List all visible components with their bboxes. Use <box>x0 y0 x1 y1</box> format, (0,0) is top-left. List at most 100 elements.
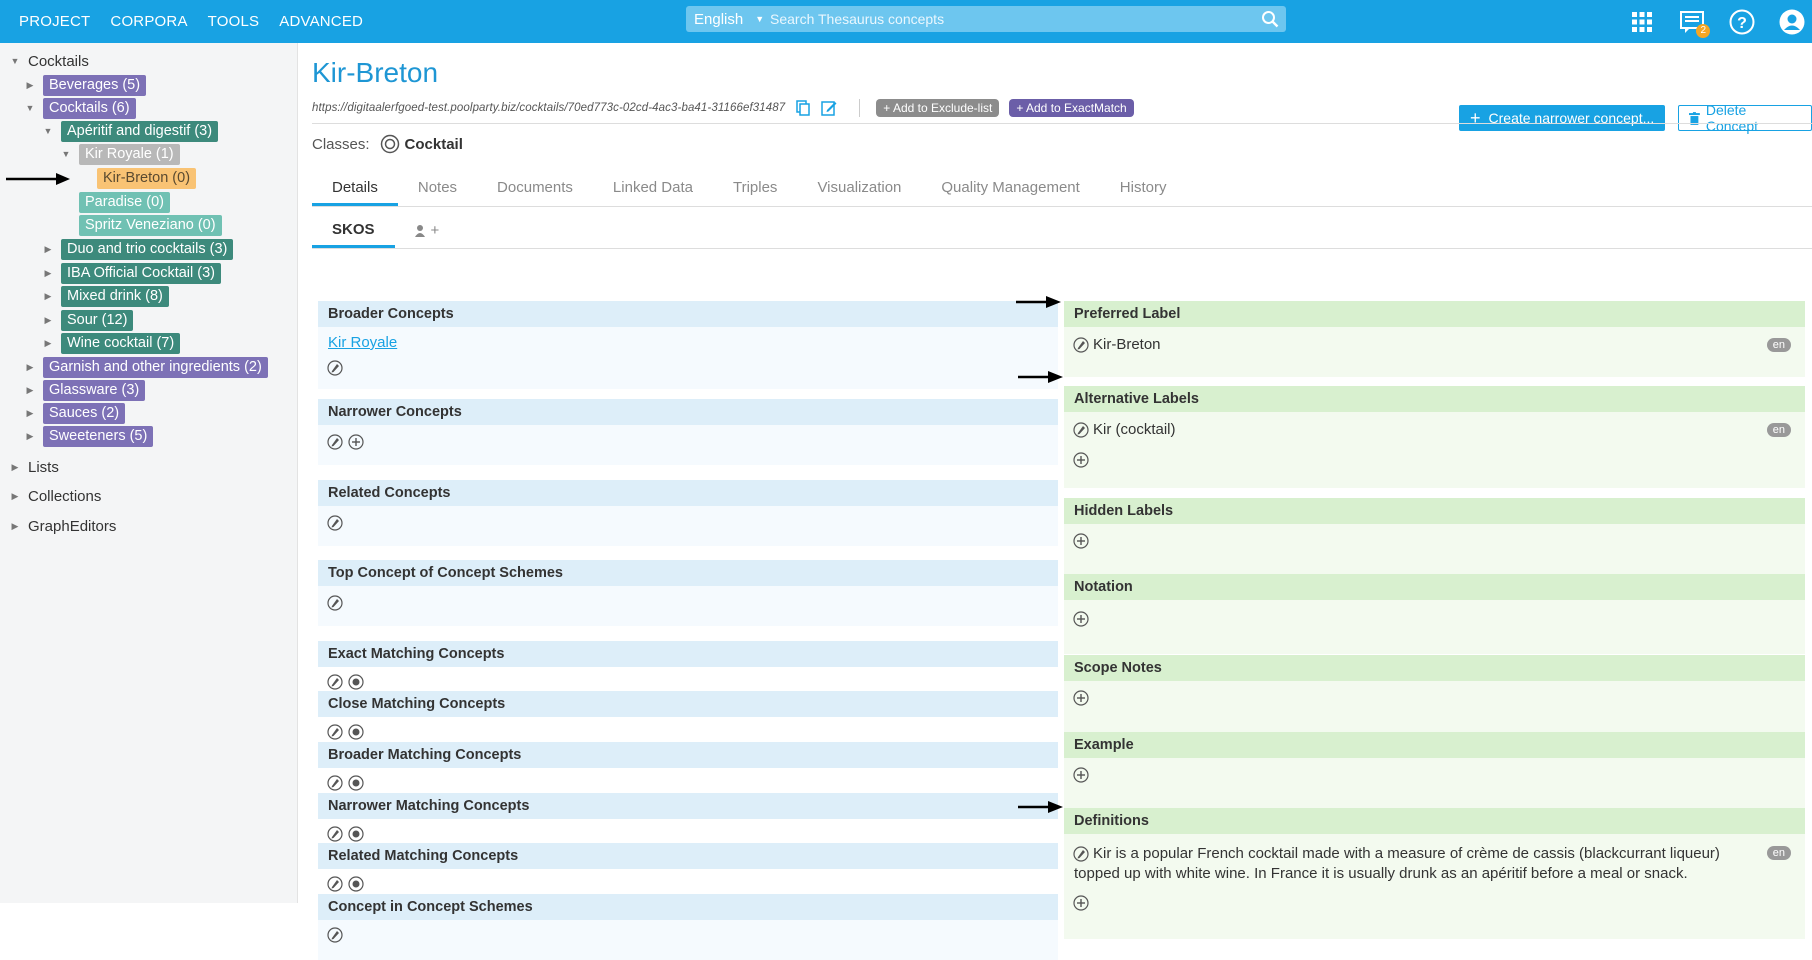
tree-section-grapheditors[interactable]: ▶ GraphEditors <box>10 515 117 537</box>
tree-item-paradise[interactable]: Paradise (0) <box>79 191 170 213</box>
tree-item-label[interactable]: Kir-Breton (0) <box>97 167 197 189</box>
edit-icon[interactable] <box>327 724 343 740</box>
search-input[interactable] <box>770 6 1238 32</box>
collapsed-icon[interactable]: ▶ <box>25 408 35 419</box>
tab-details[interactable]: Details <box>312 170 398 206</box>
tree-section-lists[interactable]: ▶ Lists <box>10 456 59 478</box>
add-icon[interactable] <box>1073 452 1089 468</box>
tree-item-label[interactable]: Beverages (5) <box>43 74 147 96</box>
add-exactmatch-button[interactable]: + Add to ExactMatch <box>1009 99 1134 117</box>
add-icon[interactable] <box>1073 533 1089 549</box>
tree-item-beverages[interactable]: ▶ Beverages (5) <box>25 74 147 96</box>
collapsed-icon[interactable]: ▶ <box>10 521 20 532</box>
add-icon[interactable] <box>1073 690 1089 706</box>
edit-icon[interactable] <box>327 826 343 842</box>
help-icon[interactable]: ? <box>1728 8 1756 36</box>
tree-item-glassware[interactable]: ▶ Glassware (3) <box>25 379 146 401</box>
tree-item-iba[interactable]: ▶ IBA Official Cocktail (3) <box>43 262 222 284</box>
tree-item-duo-trio[interactable]: ▶ Duo and trio cocktails (3) <box>43 238 234 260</box>
search-icon[interactable] <box>1261 10 1279 28</box>
globe-icon[interactable] <box>348 826 364 842</box>
add-exclude-list-button[interactable]: + Add to Exclude-list <box>876 99 1000 117</box>
tree-root[interactable]: ▼ Cocktails <box>10 50 89 72</box>
tab-documents[interactable]: Documents <box>477 170 593 206</box>
collapsed-icon[interactable]: ▶ <box>25 80 35 91</box>
tree-item-label[interactable]: IBA Official Cocktail (3) <box>61 262 222 284</box>
expanded-icon[interactable]: ▼ <box>25 103 35 113</box>
tree-item-label[interactable]: Spritz Veneziano (0) <box>79 214 222 236</box>
expanded-icon[interactable]: ▼ <box>43 126 53 136</box>
tree-item-sauces[interactable]: ▶ Sauces (2) <box>25 402 126 424</box>
tree-item-label[interactable]: Sweeteners (5) <box>43 425 154 447</box>
tree-item-sour[interactable]: ▶ Sour (12) <box>43 309 134 331</box>
tab-quality-management[interactable]: Quality Management <box>921 170 1099 206</box>
collapsed-icon[interactable]: ▶ <box>25 362 35 373</box>
menu-project[interactable]: PROJECT <box>19 13 90 30</box>
edit-icon[interactable] <box>1073 846 1089 862</box>
edit-icon[interactable] <box>327 876 343 892</box>
menu-corpora[interactable]: CORPORA <box>110 13 187 30</box>
tree-item-label[interactable]: Garnish and other ingredients (2) <box>43 356 268 378</box>
tree-item-label[interactable]: Wine cocktail (7) <box>61 332 181 354</box>
tree-item-spritz[interactable]: Spritz Veneziano (0) <box>79 214 222 236</box>
tree-item-label[interactable]: Glassware (3) <box>43 379 146 401</box>
expanded-icon[interactable]: ▼ <box>61 149 71 159</box>
tree-item-label[interactable]: Sauces (2) <box>43 402 126 424</box>
grid-icon[interactable] <box>1628 8 1656 36</box>
collapsed-icon[interactable]: ▶ <box>43 291 53 302</box>
tree-item-label[interactable]: Paradise (0) <box>79 191 170 213</box>
tree-item-kir-royale[interactable]: ▼ Kir Royale (1) <box>61 143 180 165</box>
tree-item-label[interactable]: Kir Royale (1) <box>79 143 180 165</box>
tree-item-label[interactable]: Duo and trio cocktails (3) <box>61 238 234 260</box>
edit-icon[interactable] <box>327 775 343 791</box>
menu-advanced[interactable]: ADVANCED <box>279 13 363 30</box>
copy-icon[interactable] <box>795 100 811 116</box>
tree-item-label[interactable]: Mixed drink (8) <box>61 285 169 307</box>
definition-line-2[interactable]: topped up with white wine. In France it … <box>1074 864 1764 884</box>
add-icon[interactable] <box>1073 767 1089 783</box>
edit-icon[interactable] <box>327 674 343 690</box>
tree-item-label[interactable]: Apéritif and digestif (3) <box>61 120 219 142</box>
language-select[interactable]: English ▼ <box>694 6 764 32</box>
class-value[interactable]: Cocktail <box>405 136 463 153</box>
tree-item-garnish[interactable]: ▶ Garnish and other ingredients (2) <box>25 356 268 378</box>
tree-item-label[interactable]: Cocktails (6) <box>43 97 136 119</box>
edit-icon[interactable] <box>327 434 343 450</box>
create-narrower-button[interactable]: + Create narrower concept... <box>1459 105 1666 131</box>
expanded-icon[interactable]: ▼ <box>10 56 20 66</box>
tree-item-mixed-drink[interactable]: ▶ Mixed drink (8) <box>43 285 169 307</box>
tab-triples[interactable]: Triples <box>713 170 797 206</box>
collapsed-icon[interactable]: ▶ <box>43 338 53 349</box>
add-icon[interactable] <box>1073 611 1089 627</box>
menu-tools[interactable]: TOOLS <box>208 13 260 30</box>
tree-item-sweeteners[interactable]: ▶ Sweeteners (5) <box>25 425 154 447</box>
add-icon[interactable] <box>1073 895 1089 911</box>
preferred-label-value[interactable]: Kir-Breton <box>1093 336 1161 353</box>
tab-linked-data[interactable]: Linked Data <box>593 170 713 206</box>
tree-item-kir-breton-selected[interactable]: Kir-Breton (0) <box>97 167 197 189</box>
edit-icon[interactable] <box>1073 422 1089 438</box>
edit-icon[interactable] <box>1073 337 1089 353</box>
edit-icon[interactable] <box>327 360 343 376</box>
alternative-label-value[interactable]: Kir (cocktail) <box>1093 421 1176 438</box>
broader-concept-link[interactable]: Kir Royale <box>328 334 397 351</box>
tab-visualization[interactable]: Visualization <box>797 170 921 206</box>
collapsed-icon[interactable]: ▶ <box>25 385 35 396</box>
definition-line-1[interactable]: Kir is a popular French cocktail made wi… <box>1093 844 1783 864</box>
globe-icon[interactable] <box>348 876 364 892</box>
collapsed-icon[interactable]: ▶ <box>43 268 53 279</box>
edit-icon[interactable] <box>327 515 343 531</box>
collapsed-icon[interactable]: ▶ <box>10 491 20 502</box>
tree-item-label[interactable]: Sour (12) <box>61 309 134 331</box>
collapsed-icon[interactable]: ▶ <box>43 315 53 326</box>
tree-item-aperitif[interactable]: ▼ Apéritif and digestif (3) <box>43 120 219 142</box>
edit-icon[interactable] <box>327 927 343 943</box>
collapsed-icon[interactable]: ▶ <box>10 462 20 473</box>
tab-history[interactable]: History <box>1100 170 1187 206</box>
tree-section-collections[interactable]: ▶ Collections <box>10 485 102 507</box>
add-icon[interactable] <box>348 434 364 450</box>
globe-icon[interactable] <box>348 674 364 690</box>
delete-concept-button[interactable]: Delete Concept <box>1678 102 1812 134</box>
user-icon[interactable] <box>1778 8 1806 36</box>
collapsed-icon[interactable]: ▶ <box>25 431 35 442</box>
